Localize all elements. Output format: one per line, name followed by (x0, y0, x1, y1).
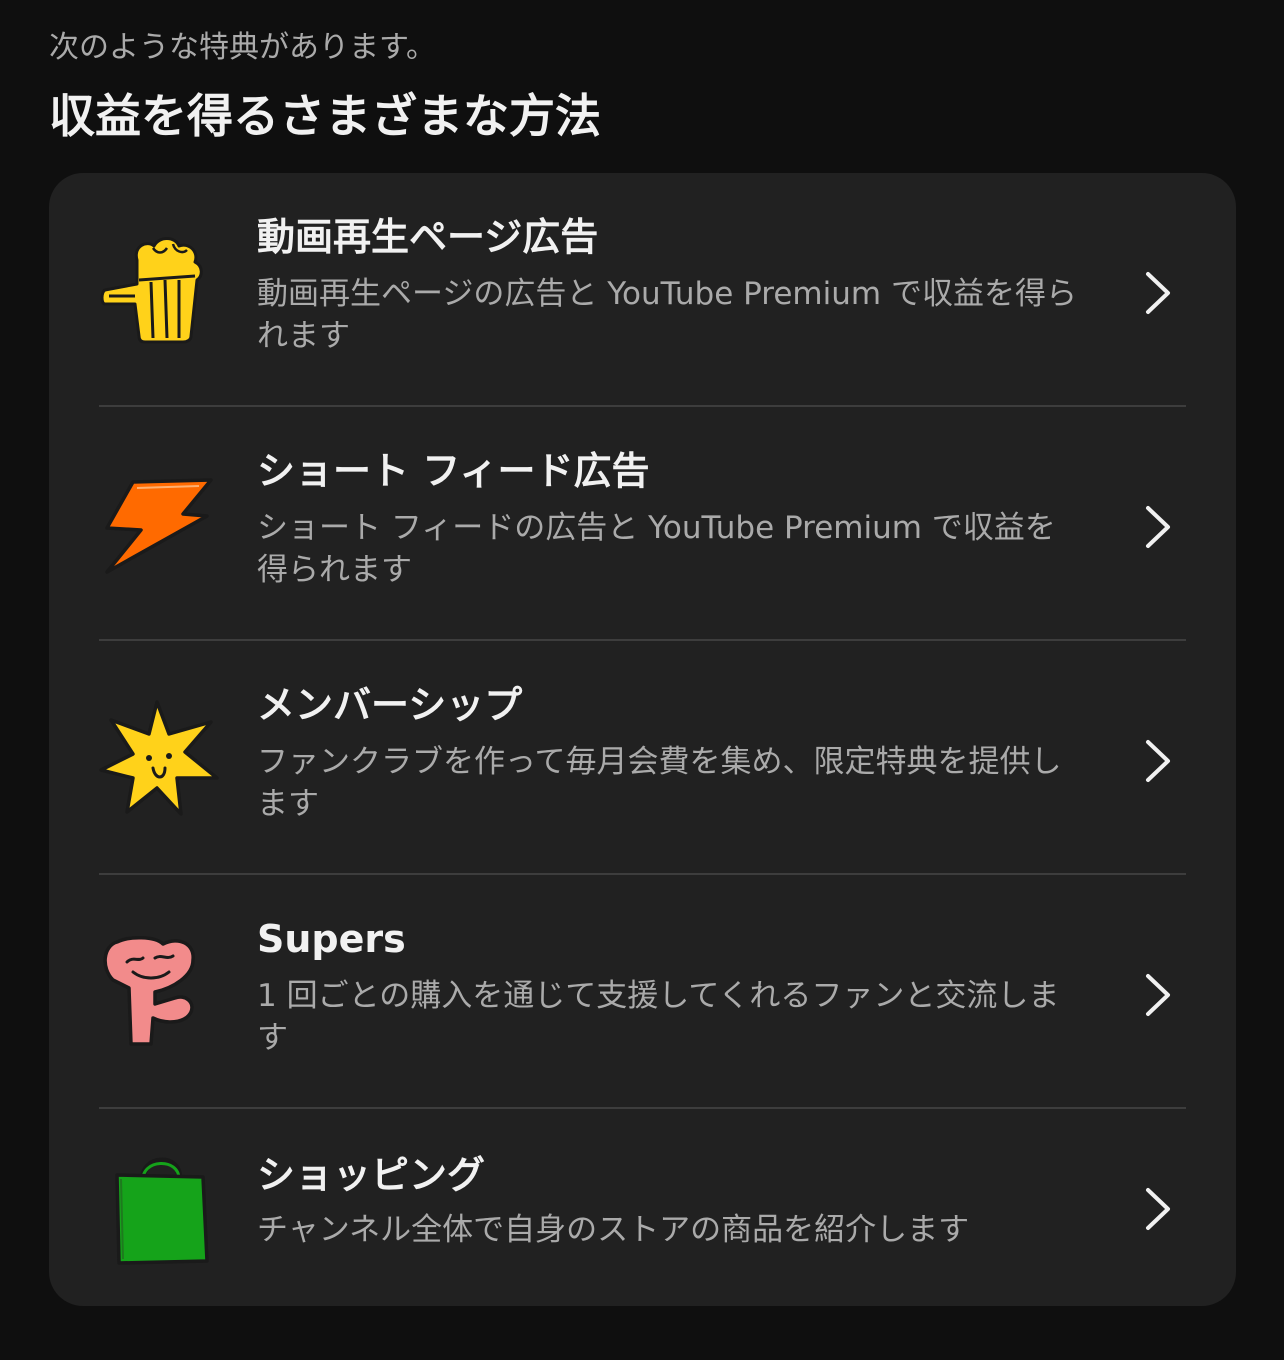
method-title: 動画再生ページ広告 (257, 215, 599, 259)
method-shorts-feed-ads[interactable]: ショート フィード広告 ショート フィードの広告と YouTube Premiu… (49, 407, 1236, 641)
method-description: ショート フィードの広告と YouTube Premium で収益を得られます (257, 510, 1056, 588)
page-subtitle: 次のような特典があります。 (49, 30, 436, 65)
method-title: Supers (257, 917, 406, 961)
lightning-bolt-icon (99, 464, 219, 584)
method-watch-page-ads[interactable]: 動画再生ページ広告 動画再生ページの広告と YouTube Premium で収… (49, 173, 1236, 407)
popcorn-icon (99, 230, 219, 350)
method-title: ショート フィード広告 (257, 449, 650, 493)
star-icon (99, 698, 219, 818)
method-description: 1 回ごとの購入を通じて支援してくれるファンと交流します (257, 978, 1060, 1056)
chevron-right-icon (1140, 738, 1174, 784)
chevron-right-icon (1140, 504, 1174, 550)
method-supers[interactable]: Supers 1 回ごとの購入を通じて支援してくれるファンと交流します (49, 875, 1236, 1109)
method-title: メンバーシップ (257, 683, 523, 727)
method-title: ショッピング (257, 1153, 486, 1197)
chevron-right-icon (1140, 1186, 1174, 1232)
chevron-right-icon (1140, 972, 1174, 1018)
method-memberships[interactable]: メンバーシップ ファンクラブを作って毎月会費を集め、限定特典を提供します (49, 641, 1236, 875)
heart-character-icon (99, 932, 219, 1052)
method-description: ファンクラブを作って毎月会費を集め、限定特典を提供します (257, 744, 1062, 822)
method-description: 動画再生ページの広告と YouTube Premium で収益を得られます (257, 276, 1077, 354)
method-description: チャンネル全体で自身のストアの商品を紹介します (257, 1212, 970, 1248)
chevron-right-icon (1140, 270, 1174, 316)
method-shopping[interactable]: ショッピング チャンネル全体で自身のストアの商品を紹介します (49, 1109, 1236, 1306)
monetization-methods-card: 動画再生ページ広告 動画再生ページの広告と YouTube Premium で収… (49, 173, 1236, 1306)
page-title: 収益を得るさまざまな方法 (49, 89, 601, 143)
shopping-bag-icon (99, 1147, 219, 1267)
